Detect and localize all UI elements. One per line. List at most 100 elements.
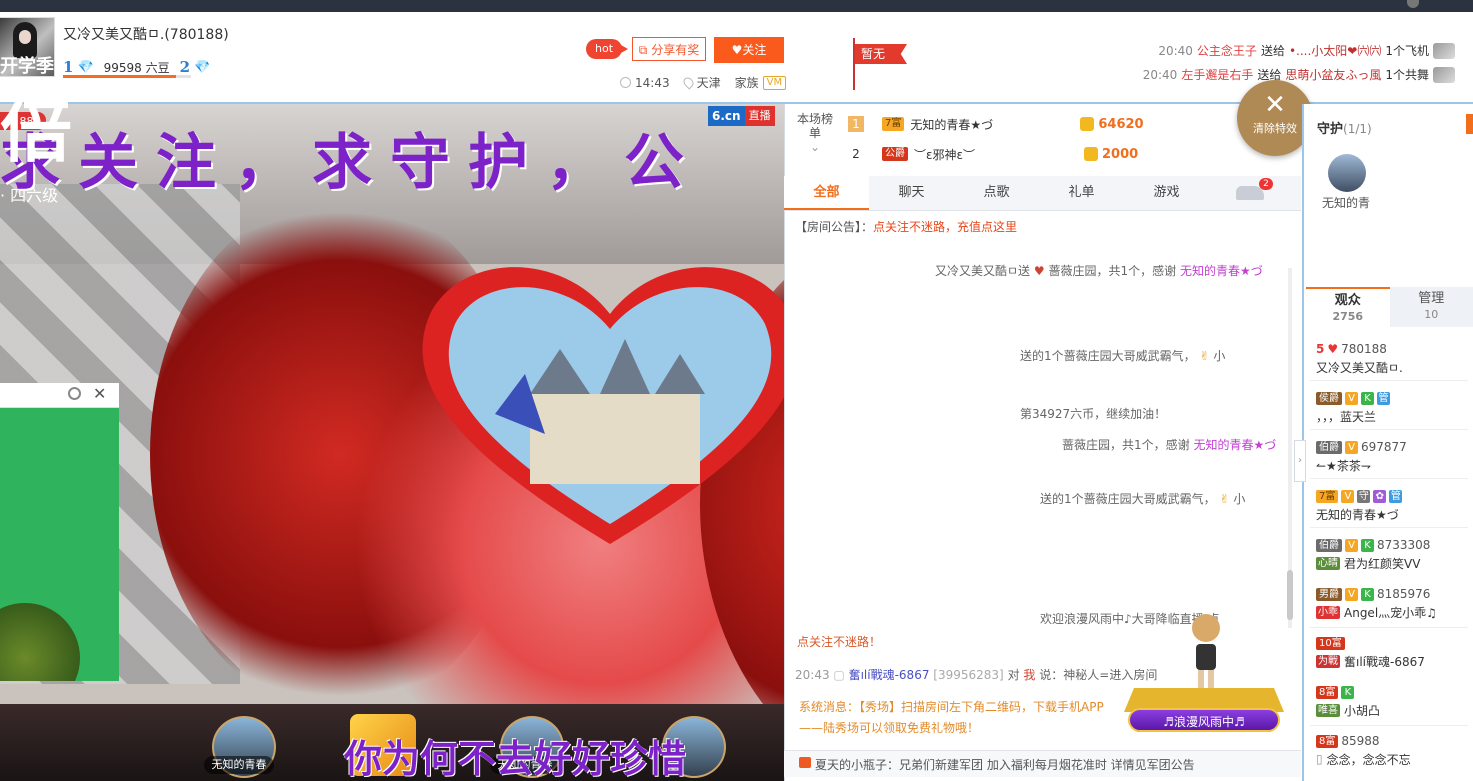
audience-item[interactable]: 5 ♥ 780188 又冷又美又酷ㅁ. [1316,340,1466,376]
vip-tag: V [1345,587,1358,601]
share-button[interactable]: ⧉ 分享有奖 [632,37,706,61]
settings-icon[interactable] [68,387,81,400]
rank-user-name: 无知的青春★づ [910,117,994,132]
msg-thanks-user[interactable]: 无知的青春★づ [1193,438,1276,452]
anchor-name: 又冷又美又酷ㅁ.(780188) [63,27,229,43]
divider [1310,478,1468,479]
fan-badge: 为戰 [1316,654,1340,668]
ranking-row[interactable]: 2 公爵 ︶ε邪神ε︶ 2000 [848,141,1268,167]
guard-title: 守护(1/1) [1317,118,1372,137]
tab-admins-count: 10 [1424,308,1439,321]
tab-chat[interactable]: 聊天 [869,176,954,210]
ad-headline: 开学季 [0,56,54,77]
flag-label: 暂无 [855,44,907,64]
user-name: 小胡凸 [1344,703,1381,718]
admin-tag: 管 [1377,391,1390,405]
ranking-title-text: 本场榜单 [797,112,834,140]
audience-item[interactable]: 7富 V 守 ✿ 管 无知的青春★づ [1316,487,1466,523]
vip-tag: V [1341,489,1355,503]
top-strip [0,0,1473,12]
gift-item: 1个共舞 [1385,68,1429,82]
scroll-thumb[interactable] [1287,570,1293,620]
airplane-gift-icon [1433,42,1455,59]
tab-games[interactable]: 游戏 [1124,176,1209,210]
user-id: 780188 [1341,342,1387,356]
gift-receiver[interactable]: •....小太阳❤㈥㈥ [1289,42,1381,59]
tab-all[interactable]: 全部 [784,176,869,210]
rank-badge: 7富 [1316,489,1339,503]
room-announcement[interactable]: 【房间公告】：点关注不迷路，充值点这里 [795,218,1017,235]
follow-button[interactable]: ♥关注 [714,37,784,63]
heart-icon: ♥ [731,43,743,57]
guard-count: (1/1) [1343,122,1372,136]
heart-icon: ♥ [1327,342,1339,356]
collapse-arrow-icon[interactable]: › [1294,440,1306,482]
ad-panel[interactable]: ✕ [0,383,119,681]
gift-feed-line: 20:40 公主念王子 送给 •....小太阳❤㈥㈥ 1个飞机 [1158,42,1455,59]
video-banner-text: 求关注，求守护，公 [0,128,702,198]
msg-text: 送的1个蔷薇庄园大哥威武霸气， [1020,349,1196,363]
car-count-badge: 2 [1259,178,1273,190]
tab-audience-label: 观众 [1334,293,1361,308]
tab-audience[interactable]: 观众 2756 [1306,287,1390,327]
ranking-row[interactable]: 1 7富 无知的青春★づ 64620 [848,111,1268,137]
audience-item[interactable]: 8富 K 唯喜 小胡凸 [1316,683,1466,719]
msg-thanks-user[interactable]: 无知的青春★づ [1180,264,1263,278]
megaphone-icon [799,757,811,768]
gift-sender[interactable]: 左手邂是右手 [1181,66,1253,83]
tab-audience-count: 2756 [1332,310,1364,323]
msg-text: 又冷又美又酷ㅁ送 [935,264,1031,278]
user-name: Angel灬宠小乖♫ [1344,605,1437,620]
user-id: 8733308 [1377,538,1431,552]
family-label: 家族 [734,76,759,90]
logo-text: 6.cn [708,106,745,126]
rank-badge: 伯爵 [1316,538,1342,552]
hot-badge: hot [586,39,629,59]
guard-avatar[interactable] [1328,154,1366,192]
chat-message: 20:43 ▢ 奮ılí戰魂-6867 [39956283] 对 我 说：神秘人… [795,666,1157,683]
coin-icon [1084,147,1098,161]
system-message: 系统消息：【秀场】扫描房间左下角二维码，下载手机APP——陆秀场可以领取免费礼物… [799,700,1104,735]
user-id: 85988 [1341,734,1380,748]
gift-time: 20:40 [1158,43,1193,58]
fan-badge: 唯喜 [1316,703,1340,717]
user-avatar-mini[interactable] [1407,0,1419,8]
audience-item[interactable]: 8富 85988 ▯ 念念，念念不忘 [1316,732,1466,768]
guard-name[interactable]: 无知的青 [1322,194,1370,211]
divider [1310,627,1468,628]
fan-badge: 心晴 [1316,556,1340,570]
gift-sender[interactable]: 公主念王子 [1197,42,1257,59]
level-right: 2 [179,58,191,76]
room-location: 天津 [696,76,721,90]
rank-user-name: ︶ε邪神ε︶ [914,147,975,162]
announcement-label: 【房间公告】： [795,220,874,234]
rank-badge: 伯爵 [1316,440,1342,454]
close-icon[interactable]: ✕ [93,384,106,403]
gift-receiver[interactable]: 思萌小盆友ふっ風 [1285,66,1381,83]
vip-tag: V [1345,391,1358,405]
k-tag: K [1361,391,1374,405]
msg-gift: 蔷薇庄园，共1个，感谢 [1062,438,1190,452]
msg-user[interactable]: 奮ılí戰魂-6867 [849,668,930,682]
audience-item[interactable]: 伯爵 V 697877 ↼★茶茶⇁ [1316,438,1466,474]
ticker-text[interactable]: 夏天的小瓶子：兄弟们新建军团 加入福利每月烟花准时 详情见军团公告 [815,756,1195,773]
audience-item[interactable]: 10富 为戰 奮ılí戰魂-6867 [1316,634,1466,670]
tab-gifts[interactable]: 礼单 [1039,176,1124,210]
user-name: ↼★茶茶⇁ [1316,458,1371,473]
tab-songs[interactable]: 点歌 [954,176,1039,210]
room-meta: 14:43 天津 家族 VM [620,74,787,91]
divider [1310,380,1468,381]
ranking-title[interactable]: 本场榜单 ⌄ [797,112,833,154]
dance-gift-icon [1433,66,1455,83]
audience-item[interactable]: 男爵 V K 8185976 小乖 Angel灬宠小乖♫ [1316,585,1466,621]
msg-user-id: [39956283] [933,668,1004,682]
rank-score: 2000 [1102,146,1139,162]
family-badge[interactable]: VM [762,75,787,90]
stage-label[interactable]: ♬浪漫风雨中♬ [1128,708,1280,732]
audience-item[interactable]: 侯爵 V K 管 ，，，蓝天兰 [1316,389,1466,425]
tab-admins[interactable]: 管理 10 [1390,287,1473,327]
divider [1310,527,1468,528]
gift-emoji-icon: ✌ [1199,349,1210,363]
audience-item[interactable]: 伯爵 V K 8733308 心晴 君为红颜笑VV [1316,536,1466,572]
msg-tail: 小 [1233,492,1246,506]
